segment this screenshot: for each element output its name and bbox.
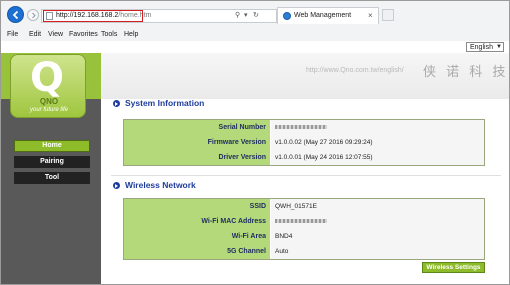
row-value: v1.0.0.01 (May 24 2016 12:07:55) (271, 150, 484, 165)
sidebar-item-pairing[interactable]: Pairing (14, 156, 90, 168)
wireless-settings-button[interactable]: Wireless Settings (422, 262, 485, 273)
row-value: BND4 (271, 229, 484, 244)
redacted-value (275, 125, 327, 130)
menu-favorites[interactable]: Favorites (69, 31, 98, 38)
logo-tagline: your future life (29, 107, 69, 113)
sidebar (1, 99, 101, 284)
section-divider (111, 175, 501, 176)
row-label: Wi-Fi Area (124, 229, 270, 244)
row-label: Firmware Version (124, 135, 270, 150)
row-label: Driver Version (124, 150, 270, 165)
sidebar-item-home[interactable]: Home (14, 140, 90, 152)
chevron-down-icon[interactable]: ▾ (244, 11, 248, 19)
company-slogan: 侠 诺 科 技 (423, 65, 509, 80)
table-row: Driver Version v1.0.0.01 (May 24 2016 12… (124, 150, 484, 165)
section-bullet-icon (113, 182, 120, 189)
row-value: Auto (271, 244, 484, 259)
section-bullet-icon (113, 100, 120, 107)
globe-icon (283, 12, 291, 20)
table-row: Wi-Fi Area BND4 (124, 229, 484, 244)
forward-button[interactable] (27, 9, 39, 21)
language-select[interactable]: English ▼ (466, 42, 504, 52)
table-row: Firmware Version v1.0.0.02 (May 27 2016 … (124, 135, 484, 150)
arrow-left-icon (12, 10, 19, 20)
tab-title: Web Management (294, 12, 352, 19)
table-row: Wi-Fi MAC Address (124, 214, 484, 229)
row-label: SSID (124, 199, 270, 214)
menu-file[interactable]: File (7, 31, 18, 38)
row-label: Serial Number (124, 120, 270, 135)
row-label: 5G Channel (124, 244, 270, 259)
system-information-table: Serial Number Firmware Version v1.0.0.02… (123, 119, 485, 166)
address-tools: ⚲ ▾ ↻ (231, 11, 275, 21)
logo-mark: Q (30, 55, 65, 101)
qno-logo: Q QNO your future life (10, 54, 86, 118)
menu-help[interactable]: Help (124, 31, 138, 38)
site-url: http://www.Qno.com.tw/english/ (306, 67, 404, 74)
sidebar-item-tool[interactable]: Tool (14, 172, 90, 184)
refresh-icon[interactable]: ↻ (253, 11, 259, 19)
redacted-value (275, 219, 327, 224)
menu-edit[interactable]: Edit (29, 31, 41, 38)
tab-web-management[interactable]: Web Management × (277, 7, 379, 24)
url-highlight-box (43, 10, 143, 22)
section-title-system-information: System Information (125, 98, 205, 108)
back-button[interactable] (7, 6, 24, 23)
arrow-right-icon (32, 12, 36, 19)
table-row: Serial Number (124, 120, 484, 135)
browser-chrome: http://192.168.168.2/home.htm ⚲ ▾ ↻ Web … (1, 1, 509, 41)
new-tab-button[interactable] (382, 9, 394, 21)
menu-view[interactable]: View (48, 31, 63, 38)
row-value: v1.0.0.02 (May 27 2016 09:29:24) (271, 135, 484, 150)
chevron-down-icon: ▼ (496, 44, 502, 50)
row-label: Wi-Fi MAC Address (124, 214, 270, 229)
close-tab-icon[interactable]: × (368, 11, 373, 20)
language-value: English (470, 44, 493, 51)
menu-tools[interactable]: Tools (101, 31, 117, 38)
browser-window: http://192.168.168.2/home.htm ⚲ ▾ ↻ Web … (0, 0, 510, 285)
section-title-wireless-network: Wireless Network (125, 180, 196, 190)
menu-bar: File Edit View Favorites Tools Help (1, 30, 509, 41)
wireless-network-table: SSID QWH_01571E Wi-Fi MAC Address Wi-Fi … (123, 198, 485, 260)
table-row: SSID QWH_01571E (124, 199, 484, 214)
row-value: QWH_01571E (271, 199, 484, 214)
top-band (1, 41, 509, 52)
search-icon[interactable]: ⚲ (235, 11, 240, 19)
row-value (271, 120, 484, 135)
table-row: 5G Channel Auto (124, 244, 484, 259)
row-value (271, 214, 484, 229)
logo-word: QNO (39, 97, 59, 106)
